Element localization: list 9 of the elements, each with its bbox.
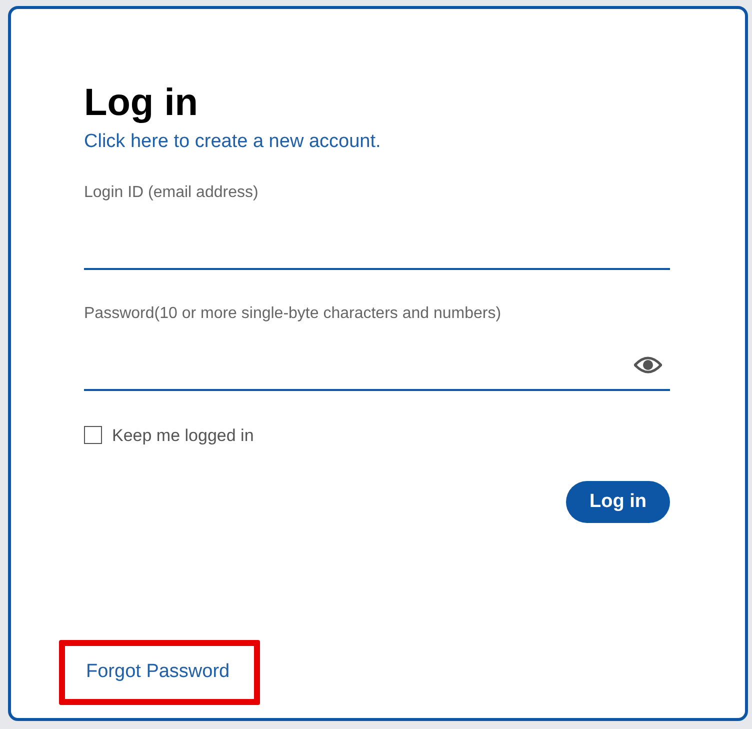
eye-icon[interactable] [634, 356, 662, 374]
checkbox-label: Keep me logged in [112, 424, 254, 446]
keep-logged-in-checkbox[interactable] [84, 426, 102, 444]
login-button[interactable]: Log in [566, 481, 670, 523]
field-label: Password(10 or more single-byte characters and numbers) [84, 304, 502, 324]
forgot-password-link[interactable]: Forgot Password [86, 658, 230, 687]
field-label: Login ID (email address) [84, 182, 260, 202]
create-account-link[interactable]: Click here to create a new account. [84, 128, 381, 156]
page-title: Log in [84, 81, 198, 125]
